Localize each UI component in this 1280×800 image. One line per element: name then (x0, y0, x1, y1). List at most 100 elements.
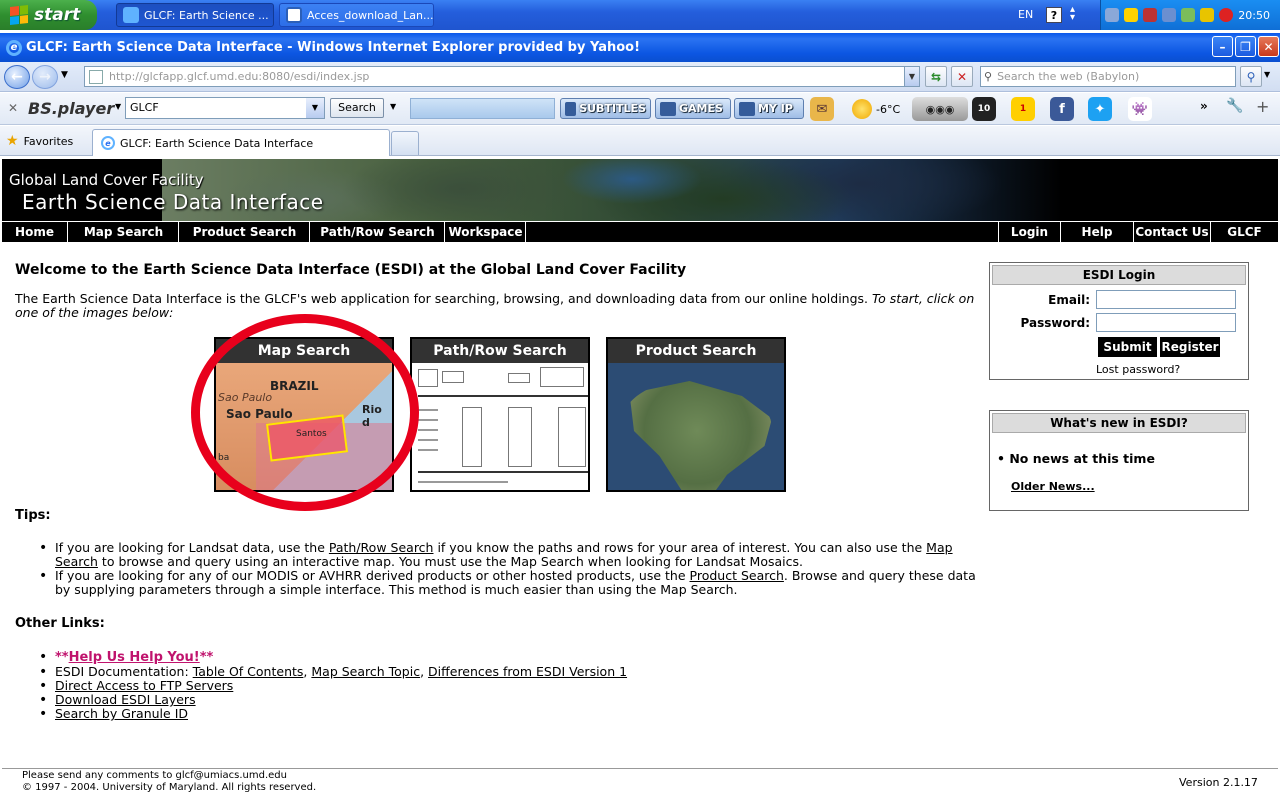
mail-icon[interactable]: ✉ (810, 97, 834, 121)
intro-text: The Earth Science Data Interface is the … (15, 291, 869, 306)
add-icon[interactable]: + (1256, 97, 1269, 116)
alien-icon[interactable]: 👾 (1128, 97, 1152, 121)
tip-text: to browse and query using an interactive… (97, 554, 803, 569)
myip-label: MY IP (758, 102, 793, 115)
list-item: Direct Access to FTP Servers (39, 678, 982, 694)
nav-home[interactable]: Home (2, 222, 68, 242)
path-row-search-link[interactable]: Path/Row Search (329, 540, 434, 555)
password-field[interactable] (1096, 313, 1236, 332)
web-search-button[interactable]: ⚲ (1240, 66, 1262, 87)
tab-active[interactable]: e GLCF: Earth Science Data Interface (92, 129, 390, 156)
twitter-icon[interactable]: ✦ (1088, 97, 1112, 121)
stop-button[interactable]: ✕ (951, 66, 973, 87)
favorites-label: Favorites (23, 134, 74, 148)
myip-button[interactable]: MY IP (734, 98, 804, 119)
subtitles-label: SUBTITLES (579, 102, 646, 115)
warning-icon[interactable] (1124, 8, 1139, 22)
clock[interactable]: 20:50 (1238, 9, 1270, 22)
new-tab-button[interactable] (391, 131, 419, 155)
toolbar-search-button[interactable]: Search (330, 98, 384, 118)
games-label: GAMES (679, 102, 723, 115)
forward-button[interactable]: → (32, 65, 58, 89)
taskbar-button-word[interactable]: Acces_download_Lan... (279, 3, 434, 27)
search-dropdown-icon[interactable]: ▼ (390, 102, 396, 111)
nav-product-search[interactable]: Product Search (180, 222, 310, 242)
player-dropdown-icon[interactable]: ▼ (115, 102, 121, 111)
red-highlight-circle (191, 314, 419, 511)
refresh-button[interactable]: ⇆ (925, 66, 947, 87)
granule-search-link[interactable]: Search by Granule ID (55, 706, 188, 721)
toolbar-search-dropdown-icon[interactable]: ▼ (306, 98, 324, 118)
volume-icon[interactable] (1162, 8, 1177, 22)
list-item: If you are looking for any of our MODIS … (39, 568, 982, 597)
site-banner: Global Land Cover Facility Earth Science… (2, 159, 1278, 221)
download-layers-link[interactable]: Download ESDI Layers (55, 692, 196, 707)
start-button[interactable]: start (0, 0, 97, 30)
tools-wrench-icon[interactable]: 🔧 (1226, 98, 1243, 114)
toolbar-search-input[interactable]: GLCF (125, 97, 325, 119)
antivirus-icon[interactable] (1219, 8, 1234, 22)
help-icon[interactable]: ? (1046, 7, 1062, 23)
games-button[interactable]: GAMES (655, 98, 731, 119)
minimize-button[interactable]: – (1212, 36, 1233, 57)
notification-icon[interactable]: 10 (972, 97, 996, 121)
tip-text: If you are looking for Landsat data, use… (55, 540, 329, 555)
nav-help[interactable]: Help (1060, 222, 1133, 242)
language-indicator[interactable]: EN (1018, 0, 1033, 30)
product-search-link[interactable]: Product Search (690, 568, 784, 583)
bsplayer-logo[interactable]: BS.player (28, 97, 114, 119)
login-panel: ESDI Login Email: Password: Submit Regis… (989, 262, 1249, 380)
nav-glcf[interactable]: GLCF (1210, 222, 1278, 242)
map-search-topic-link[interactable]: Map Search Topic (311, 664, 420, 679)
subtitles-button[interactable]: SUBTITLES (560, 98, 651, 119)
security-icon[interactable] (1143, 8, 1158, 22)
lost-password-link[interactable]: Lost password? (1096, 363, 1180, 376)
media-controls-icon[interactable]: ◉◉◉ (912, 97, 968, 121)
taskbar-button-ie[interactable]: GLCF: Earth Science ... (116, 3, 274, 27)
close-toolbar-icon[interactable]: ✕ (8, 101, 18, 115)
ip-icon (739, 101, 755, 116)
back-button[interactable]: ← (4, 65, 30, 89)
tray-expand-icon[interactable]: ▴ ▾ (1070, 5, 1075, 23)
submit-button[interactable]: Submit (1098, 337, 1157, 357)
ftp-link[interactable]: Direct Access to FTP Servers (55, 678, 233, 693)
nav-login[interactable]: Login (998, 222, 1060, 242)
ebay-icon[interactable]: 1 (1011, 97, 1035, 121)
email-field[interactable] (1096, 290, 1236, 309)
nav-contact-us[interactable]: Contact Us (1133, 222, 1210, 242)
product-search-thumbnail[interactable]: Product Search (606, 337, 786, 492)
maximize-button[interactable]: ❐ (1235, 36, 1256, 57)
register-button[interactable]: Register (1160, 337, 1220, 357)
update-icon[interactable] (1181, 8, 1196, 22)
other-links-list: **Help Us Help You!** ESDI Documentation… (39, 650, 982, 722)
shield-icon[interactable] (1200, 8, 1215, 22)
nav-map-search[interactable]: Map Search (69, 222, 179, 242)
facebook-icon[interactable]: f (1050, 97, 1074, 121)
path-row-search-image (412, 363, 588, 490)
doc-label: ESDI Documentation: (55, 664, 193, 679)
nav-workspace[interactable]: Workspace (446, 222, 526, 242)
list-item: Search by Granule ID (39, 706, 982, 722)
product-search-image (608, 363, 784, 490)
weather-widget[interactable]: -6°C (852, 97, 900, 121)
media-volume-bar[interactable] (410, 98, 555, 119)
address-bar[interactable]: http://glcfapp.glcf.umd.edu:8080/esdi/in… (84, 66, 920, 87)
more-chevron-icon[interactable]: » (1200, 99, 1208, 113)
help-us-help-you-link[interactable]: Help Us Help You! (69, 650, 200, 665)
search-options-icon[interactable]: ▼ (1264, 70, 1270, 79)
favorites-button[interactable]: ★ Favorites (6, 131, 73, 151)
nav-path-row-search[interactable]: Path/Row Search (311, 222, 445, 242)
network-icon[interactable] (1105, 8, 1120, 22)
older-news-link[interactable]: Older News... (1011, 480, 1095, 493)
other-links-heading: Other Links: (15, 616, 105, 631)
taskbar-button-label: GLCF: Earth Science ... (144, 8, 269, 22)
system-tray: 20:50 (1100, 0, 1280, 30)
close-button[interactable]: ✕ (1258, 36, 1279, 57)
differences-link[interactable]: Differences from ESDI Version 1 (428, 664, 627, 679)
address-dropdown-icon[interactable]: ▼ (904, 67, 919, 86)
history-dropdown-icon[interactable]: ▼ (61, 70, 68, 80)
path-row-search-thumbnail[interactable]: Path/Row Search (410, 337, 590, 492)
web-search-input[interactable]: ⚲ Search the web (Babylon) (980, 66, 1236, 87)
password-label: Password: (1020, 316, 1091, 330)
toc-link[interactable]: Table Of Contents (193, 664, 304, 679)
